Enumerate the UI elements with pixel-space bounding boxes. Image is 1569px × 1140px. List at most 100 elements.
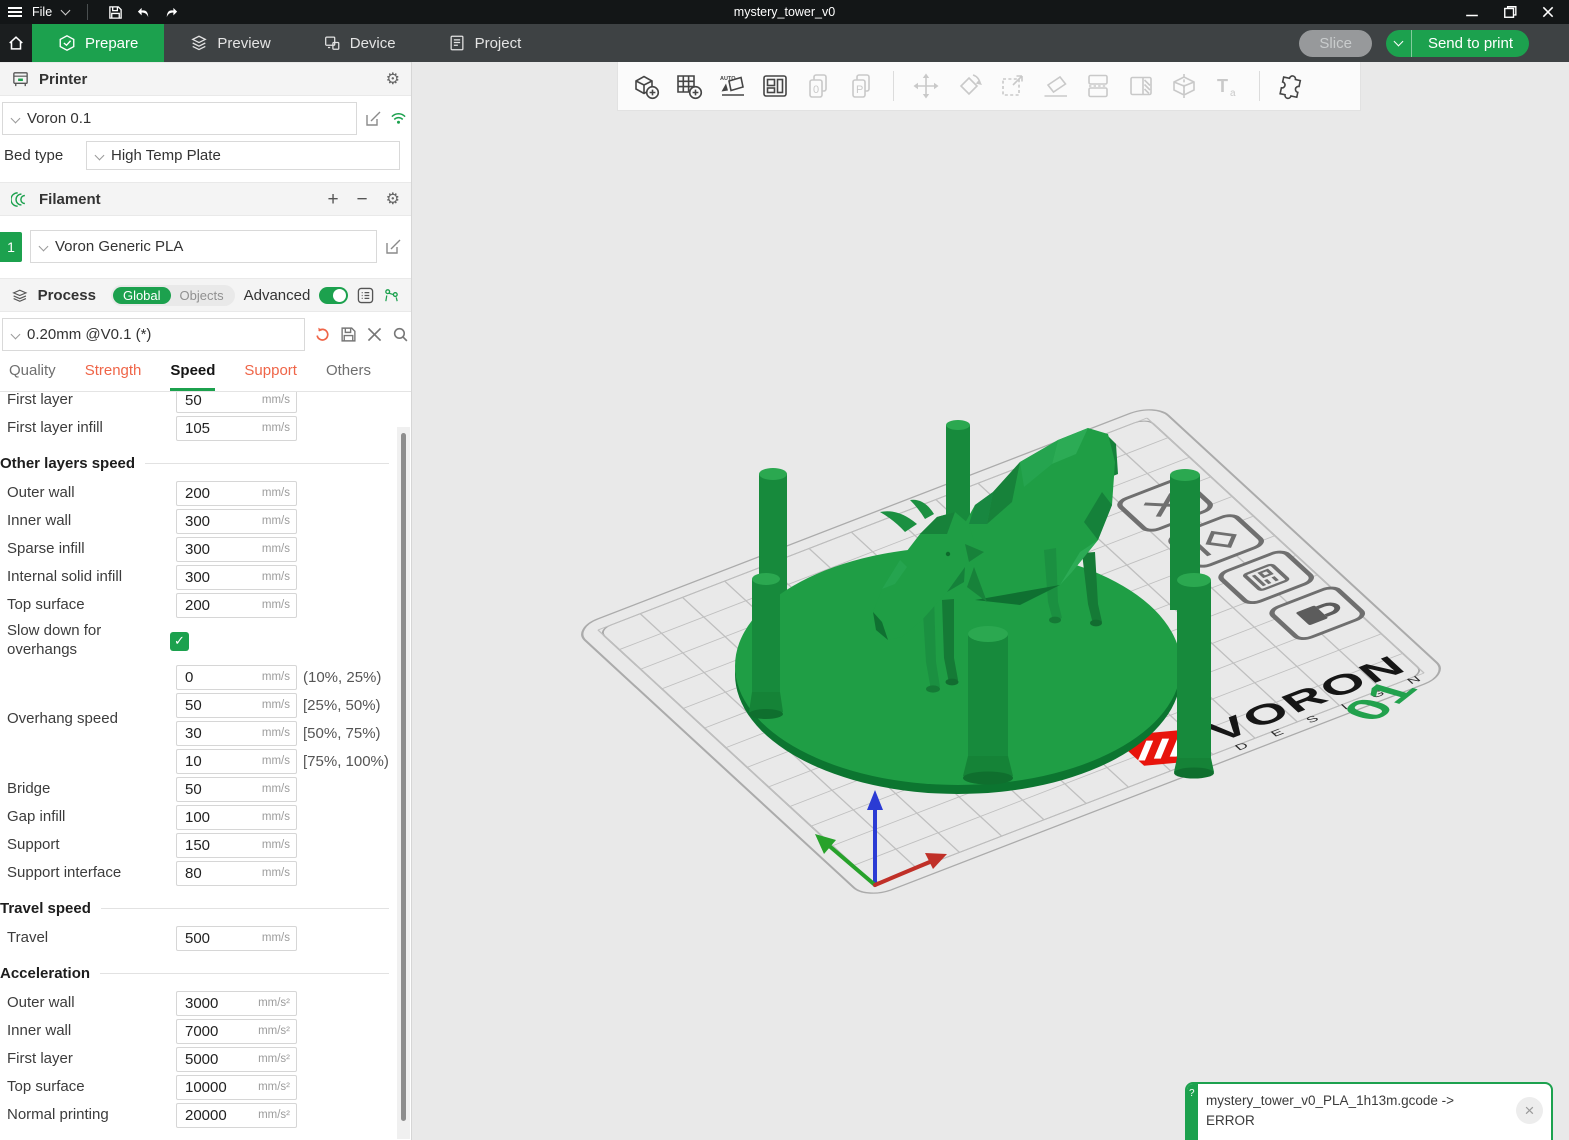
setting-row: 10mm/s[75%, 100%): [176, 747, 389, 775]
tune-parameters-icon[interactable]: [383, 287, 400, 304]
bed-type-select[interactable]: High Temp Plate: [86, 141, 400, 170]
cut-icon: [1168, 70, 1200, 102]
first-layer-input[interactable]: 50mm/s: [176, 392, 297, 413]
edit-printer-icon[interactable]: [365, 110, 382, 127]
scale-icon: [996, 70, 1028, 102]
project-icon: [448, 34, 466, 52]
redo-icon[interactable]: [162, 3, 180, 21]
filament-slot-badge[interactable]: 1: [0, 232, 22, 262]
search-icon[interactable]: [392, 326, 409, 343]
setting-row: First layer50mm/s: [0, 392, 411, 414]
travel-input[interactable]: 500mm/s: [176, 926, 297, 951]
filament-settings-gear-icon[interactable]: ⚙: [386, 189, 400, 209]
home-button[interactable]: [0, 24, 32, 62]
setting-row: Top surface10000mm/s²: [0, 1073, 411, 1101]
setting-row: Travel500mm/s: [0, 924, 411, 952]
outer-wall-input[interactable]: 200mm/s: [176, 481, 297, 506]
maximize-button[interactable]: [1503, 5, 1517, 19]
normal-printing-input[interactable]: 20000mm/s²: [176, 1103, 297, 1128]
overhang-speed-0-input[interactable]: 0mm/s: [176, 665, 297, 690]
support-interface-input[interactable]: 80mm/s: [176, 861, 297, 886]
gap-infill-input[interactable]: 100mm/s: [176, 805, 297, 830]
setting-row: Support interface80mm/s: [0, 859, 411, 887]
assembly-icon[interactable]: [1276, 70, 1308, 102]
lay-on-face-icon: [1039, 70, 1071, 102]
overhang-speed-1-input[interactable]: 50mm/s: [176, 693, 297, 718]
filament-select[interactable]: Voron Generic PLA: [30, 230, 377, 263]
wifi-connection-icon[interactable]: [390, 110, 407, 127]
top-surface-input[interactable]: 200mm/s: [176, 593, 297, 618]
close-button[interactable]: [1541, 5, 1555, 19]
notification-close-icon[interactable]: ×: [1516, 1097, 1543, 1124]
setting-row: Inner wall300mm/s: [0, 507, 411, 535]
process-tab-strength[interactable]: Strength: [85, 362, 142, 391]
auto-orient-icon[interactable]: AUTO: [716, 70, 748, 102]
chevron-down-icon: [11, 329, 21, 339]
advanced-toggle[interactable]: [319, 287, 348, 304]
scope-global[interactable]: Global: [113, 287, 171, 304]
move-icon: [910, 70, 942, 102]
inner-wall-input[interactable]: 300mm/s: [176, 509, 297, 534]
overhang-speed-2-input[interactable]: 30mm/s: [176, 721, 297, 746]
speed-settings-list: First layer50mm/sFirst layer infill105mm…: [0, 392, 411, 1140]
process-tab-speed[interactable]: Speed: [170, 362, 215, 391]
process-tab-others[interactable]: Others: [326, 362, 371, 391]
minimize-button[interactable]: [1465, 5, 1479, 19]
scrollbar-thumb[interactable]: [401, 433, 406, 1121]
device-icon: [323, 34, 341, 52]
chevron-down-icon[interactable]: [61, 6, 71, 16]
printer-icon: [11, 70, 30, 89]
undo-icon[interactable]: [134, 3, 152, 21]
process-tab-support[interactable]: Support: [244, 362, 297, 391]
process-scope-segment[interactable]: Global Objects: [111, 285, 235, 306]
toolbar-separator: [1259, 71, 1260, 101]
sidebar-scrollbar[interactable]: [397, 427, 410, 1139]
slice-button[interactable]: Slice: [1299, 30, 1372, 57]
add-filament-button[interactable]: +: [327, 190, 338, 209]
send-to-print-button[interactable]: Send to print: [1386, 30, 1529, 57]
tab-prepare[interactable]: Prepare: [32, 24, 164, 62]
tab-preview[interactable]: Preview: [164, 24, 296, 62]
process-profile-select[interactable]: 0.20mm @V0.1 (*): [2, 318, 305, 351]
support-input[interactable]: 150mm/s: [176, 833, 297, 858]
tab-project[interactable]: Project: [422, 24, 548, 62]
parameter-list-icon[interactable]: [357, 287, 374, 304]
save-icon[interactable]: [106, 3, 124, 21]
overhang-speed-3-input[interactable]: 10mm/s: [176, 749, 297, 774]
scene-3d[interactable]: VORON D E S I G N 01: [412, 62, 1569, 1140]
hamburger-menu-icon[interactable]: [8, 5, 22, 19]
sparse-infill-input[interactable]: 300mm/s: [176, 537, 297, 562]
remove-filament-button[interactable]: −: [357, 190, 368, 209]
process-tab-quality[interactable]: Quality: [9, 362, 56, 391]
setting-row: Slow down for overhangs✓: [0, 619, 411, 663]
add-object-icon[interactable]: [630, 70, 662, 102]
arrange-icon[interactable]: [759, 70, 791, 102]
scope-objects[interactable]: Objects: [171, 287, 233, 304]
save-profile-icon[interactable]: [340, 326, 357, 343]
send-options-chevron-icon[interactable]: [1386, 30, 1412, 57]
setting-row-group: Overhang speed0mm/s(10%, 25%)50mm/s[25%,…: [0, 663, 411, 775]
chevron-down-icon: [39, 241, 49, 251]
printer-select[interactable]: Voron 0.1: [2, 102, 357, 135]
slow-down-for-overhangs-checkbox[interactable]: ✓: [170, 632, 189, 651]
prepare-icon: [58, 34, 76, 52]
internal-solid-infill-input[interactable]: 300mm/s: [176, 565, 297, 590]
add-plate-icon[interactable]: [673, 70, 705, 102]
delete-profile-icon[interactable]: [366, 326, 383, 343]
object-toolbar: AUTO0PTa: [617, 62, 1361, 111]
outer-wall-input[interactable]: 3000mm/s²: [176, 991, 297, 1016]
viewport-3d[interactable]: VORON D E S I G N 01: [412, 62, 1569, 1140]
bridge-input[interactable]: 50mm/s: [176, 777, 297, 802]
inner-wall-input[interactable]: 7000mm/s²: [176, 1019, 297, 1044]
file-menu[interactable]: File: [32, 5, 52, 19]
copy-icon: 0: [802, 70, 834, 102]
first-layer-infill-input[interactable]: 105mm/s: [176, 416, 297, 441]
reset-profile-icon[interactable]: [314, 326, 331, 343]
setting-row: Outer wall3000mm/s²: [0, 989, 411, 1017]
setting-row: 0mm/s(10%, 25%): [176, 663, 389, 691]
edit-filament-icon[interactable]: [385, 238, 402, 255]
top-surface-input[interactable]: 10000mm/s²: [176, 1075, 297, 1100]
first-layer-input[interactable]: 5000mm/s²: [176, 1047, 297, 1072]
printer-settings-gear-icon[interactable]: ⚙: [386, 69, 400, 89]
tab-device[interactable]: Device: [297, 24, 422, 62]
